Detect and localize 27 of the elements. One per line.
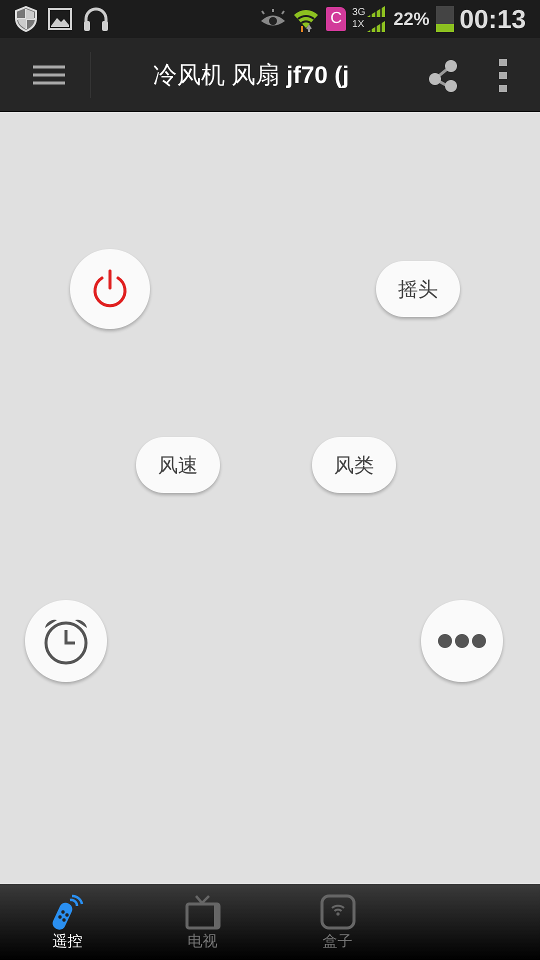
timer-button[interactable] (25, 600, 107, 682)
picture-icon (48, 8, 72, 30)
overflow-menu-icon[interactable] (498, 58, 508, 92)
network-type-label: 3G (352, 7, 366, 19)
battery-icon (436, 6, 454, 32)
sim-card-icon: C (326, 7, 346, 31)
remote-button[interactable]: 风速 (136, 437, 220, 493)
remote-button[interactable]: 风类 (312, 437, 396, 493)
battery-percentage: 22% (393, 8, 430, 30)
network-type-label: 1X (352, 19, 366, 31)
clock-time: 00:13 (460, 4, 526, 34)
signal-icon (365, 5, 388, 33)
remote-control-icon (50, 894, 86, 930)
share-icon[interactable] (428, 58, 458, 92)
wifi-box-icon (320, 894, 356, 930)
power-button[interactable] (70, 249, 150, 329)
nav-tab[interactable]: 遥控 (0, 884, 135, 960)
menu-icon[interactable] (32, 64, 66, 84)
nav-tab[interactable]: 盒子 (270, 884, 405, 960)
headphones-icon (82, 6, 110, 32)
nav-tab[interactable]: 电视 (135, 884, 270, 960)
tv-icon (184, 894, 220, 930)
app-title: 冷风机 风扇 jf70 (j (152, 60, 350, 90)
more-icon (437, 633, 487, 649)
more-button[interactable] (421, 600, 503, 682)
remote-button[interactable]: 摇头 (376, 261, 460, 317)
shield-icon (14, 6, 38, 32)
